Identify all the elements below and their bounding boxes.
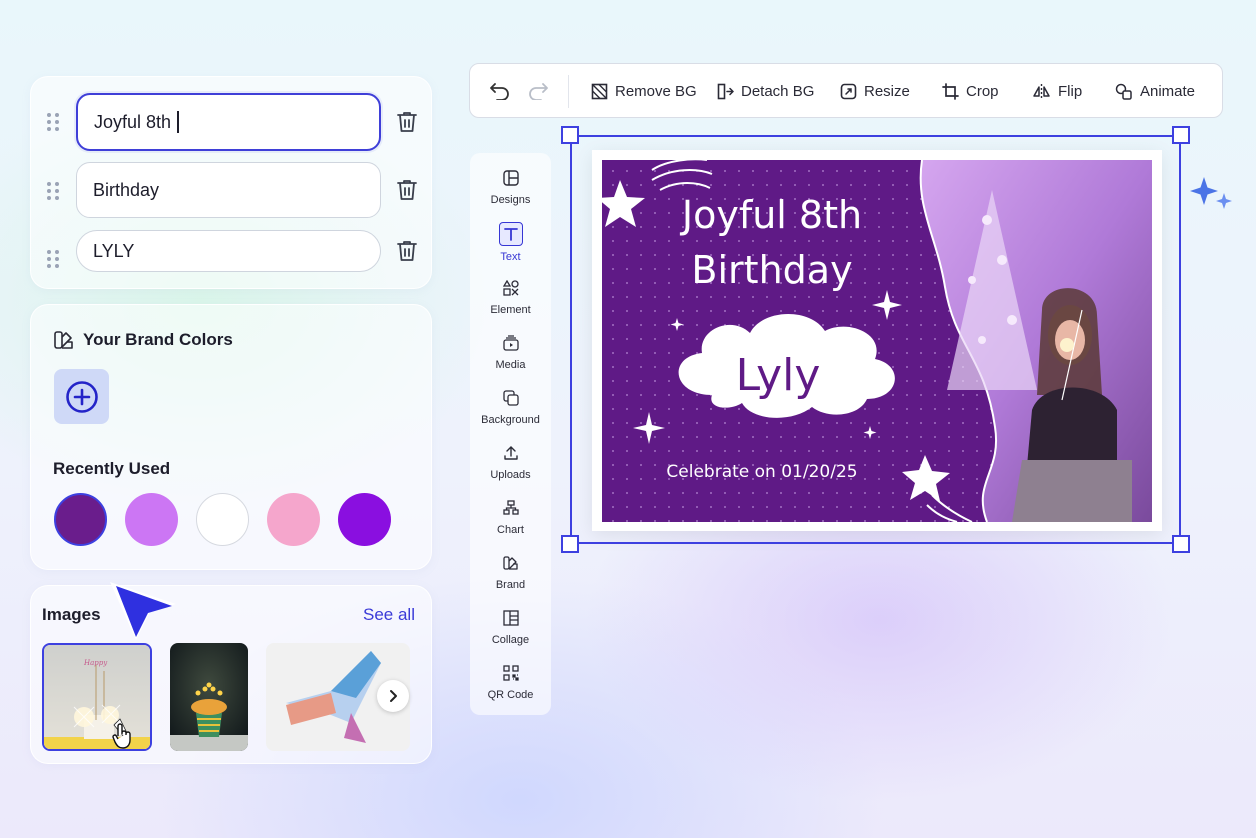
side-tool-panel: Designs Text Element Media Background Up… [470,153,551,715]
text-field-joyful[interactable]: Joyful 8th [76,93,381,151]
crop-icon [942,83,959,100]
color-swatch-pink[interactable] [267,493,320,546]
side-item-designs[interactable]: Designs [470,153,551,208]
side-item-label: Element [490,304,531,316]
svg-text:Happy: Happy [83,659,108,667]
remove-bg-button[interactable]: Remove BG [591,64,697,119]
side-item-label: Brand [495,579,526,591]
side-item-media[interactable]: Media [470,318,551,373]
side-item-brand[interactable]: Brand [470,538,551,593]
trash-icon[interactable] [396,239,418,263]
drag-handle-icon[interactable] [47,182,59,200]
color-swatch-lavender[interactable] [125,493,178,546]
brand-colors-panel: Your Brand Colors Recently Used [30,304,432,570]
text-caret [177,111,180,133]
arrow-cursor-icon [110,582,176,640]
text-icon [503,228,518,241]
see-all-link[interactable]: See all [363,605,415,625]
color-swatch-violet[interactable] [338,493,391,546]
background-icon [502,390,519,406]
image-thumb-sparkler-cake[interactable]: Happy [42,643,152,751]
remove-bg-icon [591,83,608,100]
images-panel: Images See all Happy [30,585,432,764]
image-thumb-candle-cake[interactable] [170,643,248,751]
text-field-row: Joyful 8th [31,93,431,151]
add-brand-color-button[interactable] [54,369,109,424]
trash-icon[interactable] [396,178,418,202]
chart-icon [502,500,519,515]
text-field-row: Birthday [31,162,431,220]
brand-colors-title: Your Brand Colors [83,330,233,349]
collage-icon [502,610,519,626]
side-item-label: Media [495,359,526,371]
flip-button[interactable]: Flip [1032,64,1082,119]
next-images-button[interactable] [377,680,409,712]
undo-icon[interactable] [489,82,511,100]
editing-toolbar: Remove BG Detach BG Resize Crop Flip Ani… [469,63,1223,118]
upload-icon [503,446,518,460]
side-item-label: Text [500,251,521,263]
color-swatch-white[interactable] [196,493,249,546]
side-item-label: Collage [491,634,530,646]
animate-button[interactable]: Animate [1115,64,1195,119]
recently-used-heading: Recently Used [53,459,171,478]
side-item-label: Designs [490,194,531,206]
text-field-value: Joyful 8th [94,111,172,132]
text-field-birthday[interactable]: Birthday [76,162,381,218]
side-item-collage[interactable]: Collage [470,593,551,648]
text-field-value: LYLY [93,240,135,261]
side-item-label: Background [481,414,540,426]
side-item-text[interactable]: Text [470,208,551,263]
remove-bg-label: Remove BG [615,83,697,100]
side-item-label: Chart [497,524,524,536]
candle-cake-image [170,643,248,751]
color-swatch-purple-dark[interactable] [54,493,107,546]
crop-button[interactable]: Crop [942,64,999,119]
text-field-row: LYLY [31,230,431,288]
side-item-element[interactable]: Element [470,263,551,318]
ai-sparkle-icon [1190,177,1232,209]
detach-bg-label: Detach BG [741,83,815,100]
animate-label: Animate [1140,83,1196,100]
resize-button[interactable]: Resize [840,64,910,119]
drag-handle-icon[interactable] [47,250,59,268]
text-field-lyly[interactable]: LYLY [76,230,381,272]
resize-handle-bottom-left[interactable] [561,535,579,553]
qr-code-icon [502,665,519,681]
side-item-label: Uploads [490,469,531,481]
media-icon [502,335,519,351]
redo-icon[interactable] [527,82,549,100]
drag-handle-icon[interactable] [47,113,59,131]
side-item-background[interactable]: Background [470,373,551,428]
resize-label: Resize [864,83,910,100]
animate-icon [1115,83,1132,100]
hand-cursor-icon [112,723,131,749]
chevron-right-icon [390,690,397,702]
detach-bg-button[interactable]: Detach BG [717,64,814,119]
text-fields-panel: Joyful 8th Birthday LYLY [30,76,432,289]
toolbar-divider [568,75,569,108]
side-item-uploads[interactable]: Uploads [470,428,551,483]
resize-handle-top-left[interactable] [561,126,579,144]
side-item-qr-code[interactable]: QR Code [470,648,551,703]
resize-handle-top-right[interactable] [1172,126,1190,144]
text-field-value: Birthday [93,179,160,200]
flip-label: Flip [1058,83,1083,100]
designs-icon [502,170,519,186]
images-heading: Images [42,605,101,624]
side-item-label: QR Code [487,689,534,701]
element-icon [502,280,519,296]
resize-icon [840,83,857,100]
flip-icon [1033,84,1050,99]
side-item-chart[interactable]: Chart [470,483,551,538]
resize-handle-bottom-right[interactable] [1172,535,1190,553]
brand-icon [502,556,518,570]
selection-frame [570,135,1181,544]
plus-circle-icon [65,380,98,413]
detach-bg-icon [717,83,734,100]
brand-colors-heading: Your Brand Colors [53,329,233,351]
palette-icon [54,331,73,349]
crop-label: Crop [966,83,999,100]
trash-icon[interactable] [396,110,418,134]
